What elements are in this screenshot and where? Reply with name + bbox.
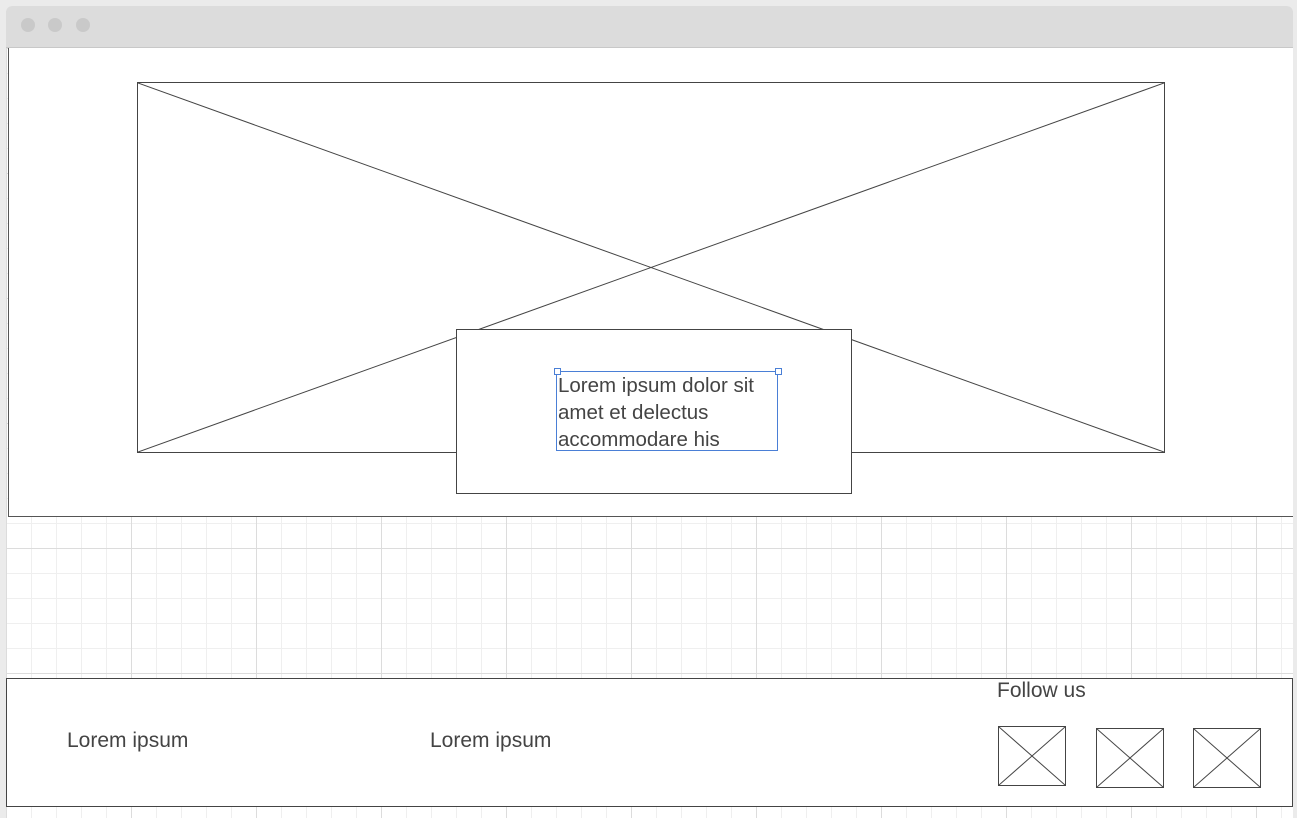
footer-column-2[interactable]: Lorem ipsum xyxy=(430,729,551,753)
resize-handle-left[interactable] xyxy=(554,368,561,375)
wireframe-canvas: Lorem ipsum dolor sit amet et delectus a… xyxy=(6,48,1293,818)
footer-column-1[interactable]: Lorem ipsum xyxy=(67,729,188,753)
footer-section: Lorem ipsum Lorem ipsum Follow us xyxy=(6,678,1293,807)
minimize-window-button[interactable] xyxy=(48,18,62,32)
hero-callout-box[interactable]: Lorem ipsum dolor sit amet et delectus a… xyxy=(456,329,852,494)
follow-us-title: Follow us xyxy=(997,679,1086,702)
close-window-button[interactable] xyxy=(21,18,35,32)
browser-window: Lorem ipsum dolor sit amet et delectus a… xyxy=(6,6,1293,818)
window-titlebar xyxy=(6,6,1293,48)
social-link-2[interactable] xyxy=(1096,728,1164,788)
social-link-3[interactable] xyxy=(1193,728,1261,788)
social-link-1[interactable] xyxy=(998,726,1066,786)
maximize-window-button[interactable] xyxy=(76,18,90,32)
hero-section: Lorem ipsum dolor sit amet et delectus a… xyxy=(8,48,1293,517)
image-placeholder-icon xyxy=(999,727,1065,785)
callout-text[interactable]: Lorem ipsum dolor sit amet et delectus a… xyxy=(556,371,778,451)
resize-handle-right[interactable] xyxy=(775,368,782,375)
image-placeholder-icon xyxy=(1097,729,1163,787)
image-placeholder-icon xyxy=(1194,729,1260,787)
